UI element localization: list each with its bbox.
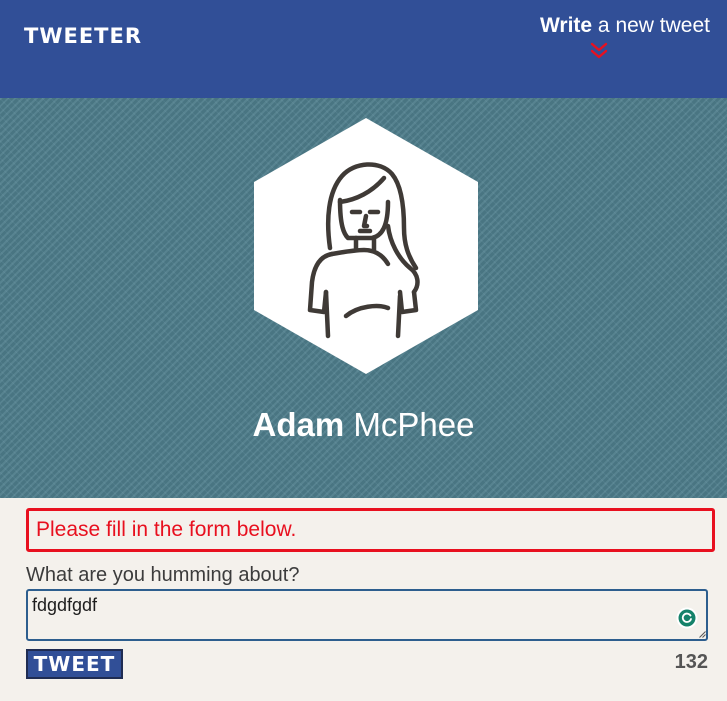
tweet-input[interactable]: fdgdfgdf: [26, 589, 708, 641]
form-alert-message: Please fill in the form below.: [26, 508, 715, 552]
write-label-bold: Write: [539, 14, 593, 37]
top-bar: TWEETER Write a new tweet: [0, 0, 727, 98]
write-label-rest: a new tweet: [592, 14, 710, 37]
person-avatar-icon: [254, 118, 478, 374]
write-new-tweet-label: Write a new tweet: [540, 14, 710, 38]
resize-handle-icon[interactable]: [699, 631, 706, 638]
profile-first-name: Adam: [252, 406, 345, 443]
tweet-submit-button[interactable]: TWEET: [26, 649, 123, 679]
brand-logo[interactable]: TWEETER: [24, 26, 142, 47]
profile-hero: Adam McPhee: [0, 98, 727, 498]
profile-name: Adam McPhee: [0, 406, 727, 444]
remaining-characters-count: 132: [674, 651, 708, 673]
profile-last-name: McPhee: [353, 406, 475, 443]
double-chevron-down-icon: [590, 42, 608, 59]
tweet-prompt-label: What are you humming about?: [26, 564, 300, 586]
grammar-checker-icon[interactable]: [676, 607, 698, 629]
write-new-tweet-toggle[interactable]: Write a new tweet: [520, 14, 710, 66]
